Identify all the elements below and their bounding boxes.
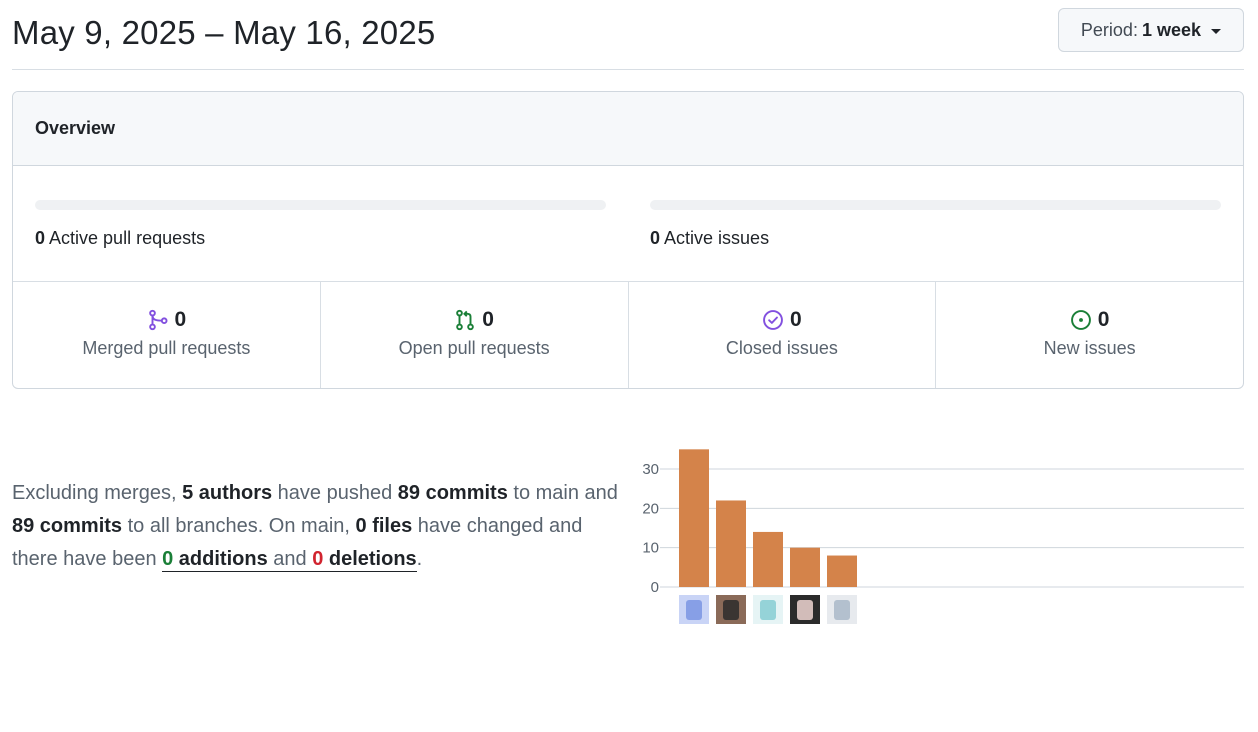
additions-deletions-link[interactable]: 0 additions and 0 deletions — [162, 548, 417, 572]
git-pull-request-icon — [456, 309, 475, 330]
deletions-label: deletions — [323, 548, 417, 570]
authors-count: 5 authors — [182, 482, 273, 504]
summary-text: Excluding merges, — [12, 482, 183, 504]
additions-label: additions — [173, 548, 268, 570]
issue-opened-icon — [1070, 309, 1091, 330]
page-header: May 9, 2025 – May 16, 2025 Period: 1 wee… — [12, 0, 1244, 70]
commits-bar-chart-svg: 0 10 20 30 — [642, 449, 1244, 624]
active-issues-text: 0 Active issues — [650, 228, 1221, 249]
period-value: 1 week — [1141, 19, 1201, 40]
author-avatar-figure — [760, 600, 776, 620]
page-title: May 9, 2025 – May 16, 2025 — [12, 14, 436, 51]
y-tick-label: 10 — [642, 540, 659, 557]
active-issues: 0 Active issues — [650, 200, 1221, 249]
overview-header: Overview — [13, 92, 1243, 166]
closed-issues-count: 0 — [790, 307, 802, 331]
active-prs-count: 0 — [35, 228, 46, 248]
y-tick-label: 30 — [642, 461, 659, 478]
commit-summary: Excluding merges, 5 authors have pushed … — [12, 477, 632, 576]
period-label: Period: — [1080, 19, 1138, 40]
merged-prs-count: 0 — [174, 307, 187, 331]
stats-row: 0 Merged pull requests 0 Open pull reque… — [13, 282, 1243, 388]
summary-text: have pushed — [272, 482, 398, 504]
new-issues-label: New issues — [1043, 337, 1136, 358]
author-avatar-figure — [686, 600, 702, 620]
author-avatar-figure — [797, 600, 813, 620]
merged-prs-label: Merged pull requests — [82, 337, 251, 358]
active-prs-progress-bar — [35, 200, 606, 210]
stat-closed-issues[interactable]: 0 Closed issues — [629, 282, 937, 388]
bar — [827, 555, 857, 587]
additions-count: 0 — [162, 548, 174, 570]
active-issues-progress-bar — [650, 200, 1221, 210]
bar — [679, 449, 709, 587]
stat-new-issues[interactable]: 0 New issues — [936, 282, 1243, 388]
active-prs-text: 0 Active pull requests — [35, 228, 606, 249]
active-issues-count: 0 — [650, 228, 661, 248]
summary-text: and — [267, 548, 313, 570]
new-issues-count: 0 — [1097, 307, 1110, 331]
active-pull-requests: 0 Active pull requests — [35, 200, 606, 249]
active-row: 0 Active pull requests 0 Active issues — [13, 166, 1243, 282]
period-select-button[interactable]: Period: 1 week — [1057, 8, 1244, 52]
summary-text: to main and — [507, 482, 618, 504]
author-avatar-figure — [723, 600, 739, 620]
commits-main-count: 89 commits — [397, 482, 508, 504]
commits-all-count: 89 commits — [12, 515, 123, 537]
bar — [790, 547, 820, 587]
bar — [753, 531, 783, 587]
overview-title: Overview — [35, 118, 116, 138]
git-merge-icon — [148, 309, 168, 330]
caret-down-icon — [1211, 28, 1221, 34]
y-tick-label: 0 — [651, 579, 659, 596]
issue-closed-icon — [763, 309, 783, 330]
author-avatar-figure — [834, 600, 850, 620]
active-issues-label: Active issues — [664, 228, 770, 248]
stat-merged-pull-requests[interactable]: 0 Merged pull requests — [13, 282, 321, 388]
deletions-count: 0 — [312, 548, 324, 570]
files-changed-count: 0 files — [355, 515, 413, 537]
y-tick-label: 20 — [642, 500, 659, 517]
closed-issues-label: Closed issues — [725, 337, 838, 358]
summary-text: to all branches. On main, — [122, 515, 356, 537]
summary-text: . — [416, 548, 423, 570]
bar — [716, 500, 746, 587]
commits-by-author-chart: 0 10 20 30 — [630, 440, 1246, 630]
stat-open-pull-requests[interactable]: 0 Open pull requests — [321, 282, 629, 388]
active-prs-label: Active pull requests — [49, 228, 206, 248]
overview-box: Overview 0 Active pull requests 0 Active… — [12, 91, 1244, 389]
open-prs-label: Open pull requests — [398, 337, 550, 358]
open-prs-count: 0 — [482, 307, 494, 331]
